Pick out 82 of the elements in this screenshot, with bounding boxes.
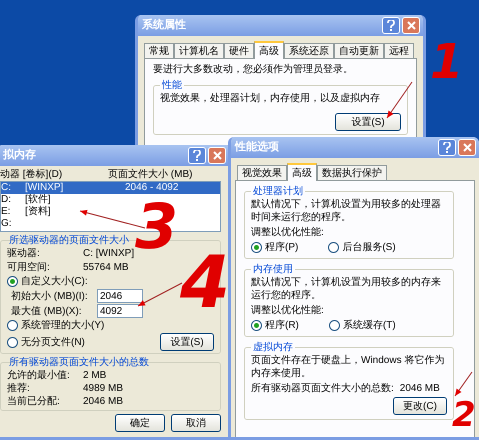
field-label: 推荐: [7,382,31,395]
description-text: 默认情况下，计算机设置为用较多的处理器时间来运行您的程序。 [251,198,442,224]
radio-button[interactable] [7,320,18,331]
field-label: 当前已分配: [7,395,61,408]
tab[interactable]: 视觉效果 [237,165,287,180]
close-icon [212,151,222,160]
radio-label: 无分页文件(N) [21,336,85,348]
window-title: 性能选项 [235,141,279,154]
button[interactable]: 设置(S) [160,333,214,351]
window-title: 系统属性 [142,19,186,32]
window-title: 拟内存 [3,149,36,162]
radio-button[interactable] [328,242,340,253]
field-label: 所有驱动器页面文件大小的总数: [251,382,394,395]
annotation-arrow [386,82,412,118]
radio-button[interactable] [328,320,340,331]
tab[interactable]: 远程 [384,43,414,58]
description-text: 视觉效果，处理器计划，内存使用，以及虚拟内存 [160,92,381,105]
button[interactable]: 更改(C) [393,397,447,415]
radio-label: 程序(R) [265,319,299,332]
radio-button[interactable] [251,320,262,331]
close-icon [462,143,472,152]
group-label: 处理器计划 [251,185,305,198]
radio-label: 自定义大小(C): [21,275,88,288]
help-button[interactable] [382,17,400,34]
close-button[interactable] [208,147,226,164]
button[interactable]: 设置(S) [335,113,401,131]
field-value: 2046 MB [83,395,124,408]
column-header: 页面文件大小 (MB) [108,168,192,181]
field-label: 最大值 (MB)(X): [10,304,83,318]
description-text: 页面文件存在于硬盘上，Windows 将它作为内存来使用。 [251,354,446,380]
button[interactable]: 取消 [171,414,221,432]
field-value: 2046 MB [400,382,440,395]
annotation-number: 4 [180,246,230,318]
tab[interactable]: 数据执行保护 [317,165,387,180]
tab[interactable]: 自动更新 [334,43,384,58]
group-label: 所有驱动器页面文件大小的总数 [8,356,150,369]
field-value: 2 MB [83,369,106,382]
annotation-number: 3 [135,196,178,258]
field-value: 55764 MB [83,261,129,274]
tab[interactable]: 计算机名 [174,43,224,58]
annotation-number: 2 [452,398,476,432]
column-header: 动器 [卷标](D) [0,168,64,181]
radio-label: 程序(P) [265,241,298,254]
help-icon [193,150,201,161]
tab[interactable]: 硬件 [224,43,254,58]
radio-button[interactable] [7,276,18,287]
help-button[interactable] [188,147,206,164]
field-label: 初始大小 (MB)(I): [10,290,89,302]
radio-button[interactable] [7,336,18,348]
close-button[interactable] [402,17,420,34]
field-label: 允许的最小值: [7,369,71,382]
tab[interactable]: 高级 [287,163,317,181]
tab[interactable]: 高级 [254,41,284,59]
close-icon [406,21,416,30]
group-label: 虚拟内存 [251,341,295,354]
drive-row[interactable]: C: [WINXP] 2046 - 4092 [1,182,220,194]
field-value: 4989 MB [83,382,124,395]
radio-label: 系统管理的大小(Y) [21,319,104,332]
group-label: 所选驱动器的页面文件大小 [8,234,130,247]
input-field[interactable]: 4092 [97,304,143,318]
radio-label: 后台服务(S) [342,241,396,254]
field-value: C: [WINXP] [83,247,134,260]
group-label: 性能 [160,79,184,92]
help-icon [443,142,451,153]
tab[interactable]: 常规 [144,43,174,58]
help-icon [387,20,395,31]
description-text: 默认情况下，计算机设置为用较多的内存来运行您的程序。 [251,276,442,302]
field-label: 驱动器: [7,247,41,260]
tab[interactable]: 系统还原 [284,43,334,58]
close-button[interactable] [458,139,476,156]
field-label: 调整以优化性能: [251,304,325,317]
annotation-number: 1 [430,38,464,86]
radio-button[interactable] [251,242,262,253]
input-field[interactable]: 2046 [97,289,143,303]
button[interactable]: 确定 [115,414,165,432]
field-label: 调整以优化性能: [251,226,325,239]
radio-label: 系统缓存(T) [342,319,396,332]
notice-text: 要进行大多数改动，您必须作为管理员登录。 [153,63,354,76]
help-button[interactable] [438,139,456,156]
group-label: 内存使用 [251,263,295,276]
field-label: 可用空间: [7,261,51,274]
annotation-arrow [454,372,472,396]
